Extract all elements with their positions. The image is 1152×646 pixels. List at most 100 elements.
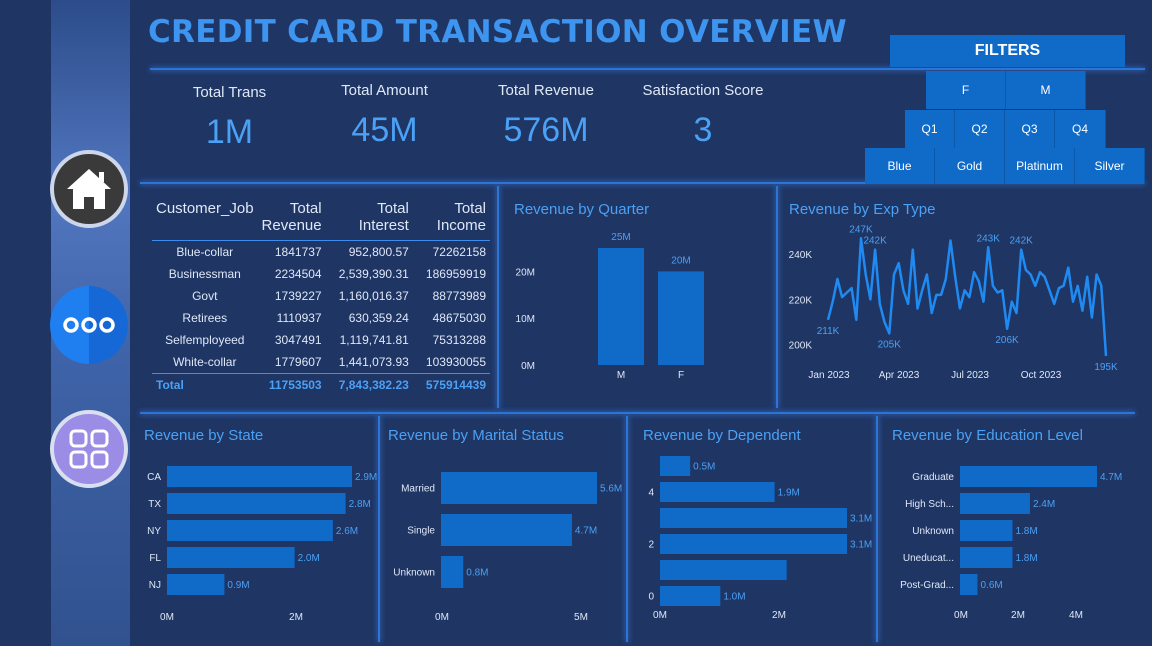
cell: 103930055 xyxy=(425,355,486,369)
filter-gender-m[interactable]: M xyxy=(1006,71,1086,109)
data-label: 0.8M xyxy=(466,568,488,579)
page-title: CREDIT CARD TRANSACTION OVERVIEW xyxy=(148,14,847,50)
cell: 88773989 xyxy=(432,289,486,303)
cell: 186959919 xyxy=(425,267,486,281)
kpi-label: Total Revenue xyxy=(498,82,594,99)
filter-quarter-q3[interactable]: Q3 xyxy=(1005,110,1055,148)
y-tick-label: FL xyxy=(149,553,161,564)
x-tick-label: F xyxy=(678,370,684,381)
bar xyxy=(960,493,1030,514)
y-tick-label: 220K xyxy=(789,295,813,306)
cell: 1739227 xyxy=(274,289,322,303)
data-label: 211K xyxy=(817,326,840,337)
kpi-total-trans: Total Trans 1M xyxy=(172,84,287,152)
data-label: 0.5M xyxy=(693,462,715,473)
grid-button[interactable] xyxy=(50,410,128,488)
col-header[interactable]: Total Interest xyxy=(325,198,413,241)
divider xyxy=(150,68,1145,70)
data-label: 195K xyxy=(1094,362,1118,373)
bar xyxy=(167,493,346,514)
revenue-by-quarter-chart: 0M 10M 20M 25M M 20M F xyxy=(516,232,704,381)
revenue-by-dependent-chart: 0.5M 4 1.9M 3.1M 2 3.1M 0 1.0M 0M 2M xyxy=(648,456,872,621)
kpi-value: 1M xyxy=(205,113,254,151)
revenue-by-marital-status-chart: Married 5.6M Single 4.7M Unknown 0.8M 0M 5M xyxy=(393,472,622,623)
y-tick-label: CA xyxy=(147,472,161,483)
y-tick-label: TX xyxy=(148,499,161,510)
bar xyxy=(441,556,464,588)
table-row: Selfemployeed 3047491 1,119,741.81 75313… xyxy=(152,329,490,351)
cell: 1110937 xyxy=(276,311,322,325)
bar xyxy=(660,586,721,606)
cell: 1,160,016.37 xyxy=(338,289,409,303)
bar xyxy=(660,534,847,554)
bar xyxy=(960,520,1013,541)
y-tick-label: 20M xyxy=(516,267,535,278)
chart-title: Revenue by Dependent xyxy=(643,427,801,444)
filter-card-blue[interactable]: Blue xyxy=(865,148,935,184)
data-label: 206K xyxy=(995,335,1019,346)
filter-card-silver[interactable]: Silver xyxy=(1075,148,1145,184)
filter-gender-f[interactable]: F xyxy=(926,71,1006,109)
data-label: 3.1M xyxy=(850,540,872,551)
filter-quarter-q2[interactable]: Q2 xyxy=(955,110,1005,148)
kpi-value: 45M xyxy=(351,111,418,149)
cell: 75313288 xyxy=(432,333,486,347)
divider xyxy=(876,416,878,642)
data-label: 2.4M xyxy=(1033,499,1055,510)
cell: 630,359.24 xyxy=(348,311,409,325)
x-tick-label: 0M xyxy=(653,610,667,621)
cell: 7,843,382.23 xyxy=(325,373,413,396)
home-button[interactable] xyxy=(50,150,128,228)
data-label: 242K xyxy=(1010,236,1034,247)
filter-quarter-q1[interactable]: Q1 xyxy=(905,110,955,148)
col-header[interactable]: Customer_Job xyxy=(152,198,258,241)
bar xyxy=(660,456,691,476)
cell: 952,800.57 xyxy=(348,245,409,259)
table-row: Businessman 2234504 2,539,390.31 1869599… xyxy=(152,263,490,285)
series-line xyxy=(826,237,1108,357)
cell: 3047491 xyxy=(274,333,322,347)
bar xyxy=(660,482,775,502)
table-row: White-collar 1779607 1,441,073.93 103930… xyxy=(152,351,490,374)
y-tick-label: 2 xyxy=(648,540,654,551)
filter-quarter-q4[interactable]: Q4 xyxy=(1055,110,1106,148)
x-tick-label: 5M xyxy=(574,612,588,623)
data-label: 242K xyxy=(863,236,887,247)
cell: Govt xyxy=(192,289,218,303)
chart-title: Revenue by Marital Status xyxy=(388,427,564,444)
cell: 11753503 xyxy=(257,373,326,396)
table-row: Govt 1739227 1,160,016.37 88773989 xyxy=(152,285,490,307)
cell: Businessman xyxy=(168,267,241,281)
y-tick-label: Uneducat... xyxy=(903,553,954,564)
divider xyxy=(140,412,1135,414)
data-label: 2.8M xyxy=(349,499,371,510)
cell: 2234504 xyxy=(274,267,322,281)
chart-title: Revenue by Education Level xyxy=(892,427,1083,444)
bar xyxy=(960,574,978,595)
data-label: 0.6M xyxy=(980,580,1002,591)
y-tick-label: 10M xyxy=(516,314,535,325)
more-icon xyxy=(63,317,115,333)
x-tick-label: Apr 2023 xyxy=(879,370,920,381)
table-total-row: Total 11753503 7,843,382.23 575914439 xyxy=(152,373,490,396)
col-header[interactable]: Total Revenue xyxy=(257,198,326,241)
cell: 72262158 xyxy=(432,245,486,259)
y-tick-label: 0M xyxy=(521,361,535,372)
divider xyxy=(776,186,778,408)
bar xyxy=(441,514,572,546)
filters-title: FILTERS xyxy=(890,35,1125,67)
y-tick-label: Unknown xyxy=(912,526,954,537)
more-button[interactable] xyxy=(50,286,128,364)
chart-title: Revenue by Quarter xyxy=(514,201,650,218)
customer-job-table: Customer_Job Total Revenue Total Interes… xyxy=(152,198,490,396)
col-header[interactable]: Total Income xyxy=(412,198,490,241)
divider xyxy=(378,416,380,642)
filter-card-gold[interactable]: Gold xyxy=(935,148,1005,184)
revenue-by-state-chart: CA 2.9M TX 2.8M NY 2.6M FL 2.0M NJ 0.9M 0M 2M xyxy=(147,466,377,623)
data-label: 2.0M xyxy=(298,553,320,564)
data-label: 2.6M xyxy=(336,526,358,537)
filter-card-platinum[interactable]: Platinum xyxy=(1005,148,1075,184)
y-tick-label: Single xyxy=(407,526,435,537)
kpi-total-amount: Total Amount 45M xyxy=(322,82,447,150)
kpi-satisfaction-score: Satisfaction Score 3 xyxy=(632,82,774,150)
